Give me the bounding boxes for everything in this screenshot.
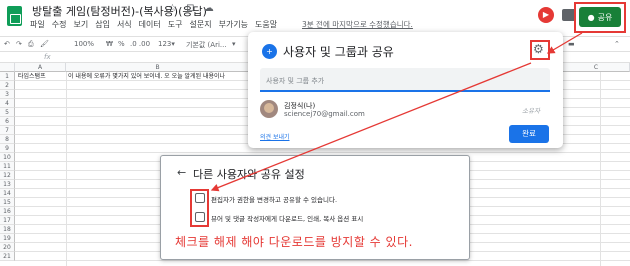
row-header[interactable]: 21 — [0, 252, 15, 261]
decimal-buttons[interactable]: .0 .00 — [130, 40, 150, 48]
menu-help[interactable]: 도움말 — [255, 19, 277, 31]
column-header-b[interactable]: B — [66, 63, 250, 72]
menu-forms[interactable]: 설문지 — [190, 19, 212, 31]
send-feedback-link[interactable]: 의견 보내기 — [260, 132, 290, 141]
zoom-select[interactable]: 100% — [74, 40, 94, 48]
cell-a1[interactable]: 타임스탬프 — [18, 72, 66, 81]
menu-bar: 파일 수정 보기 삽입 서식 데이터 도구 설문지 부가기능 도움말 — [30, 19, 284, 31]
menu-addons[interactable]: 부가기능 — [219, 19, 248, 31]
row-header[interactable]: 5 — [0, 108, 15, 117]
done-button[interactable]: 완료 — [509, 125, 549, 143]
editors-can-share-label: 편집자가 권한을 변경하고 공유할 수 있습니다. — [211, 196, 338, 204]
row-header[interactable]: 1 — [0, 72, 15, 81]
more-tools-icon[interactable]: ▬ — [568, 40, 575, 48]
viewers-download-label: 뷰어 및 댓글 작성자에게 다운로드, 인쇄, 복사 옵션 표시 — [211, 215, 364, 223]
currency-format-button[interactable]: ₩ — [106, 40, 113, 48]
row-header[interactable]: 11 — [0, 162, 15, 171]
share-button-label: 공유 — [597, 12, 613, 22]
column-header-a[interactable]: A — [15, 63, 66, 72]
row-header[interactable]: 6 — [0, 117, 15, 126]
editors-can-share-checkbox[interactable] — [195, 193, 205, 203]
share-settings-dialog: ← 다른 사용자와 공유 설정 편집자가 권한을 변경하고 공유할 수 있습니다… — [160, 155, 470, 260]
menu-tools[interactable]: 도구 — [168, 19, 183, 31]
lock-person-icon: ● — [587, 12, 595, 22]
paint-format-icon[interactable]: 🖌 — [40, 40, 49, 48]
row-header[interactable]: 4 — [0, 99, 15, 108]
row-header[interactable]: 16 — [0, 207, 15, 216]
print-icon[interactable]: ⎙ — [28, 40, 34, 49]
add-people-input[interactable]: 사용자 및 그룹 추가 — [260, 68, 550, 92]
number-format-select[interactable]: 123▾ — [158, 40, 175, 48]
column-header-c[interactable]: C — [563, 63, 630, 72]
menu-file[interactable]: 파일 — [30, 19, 45, 31]
collapse-toolbar-icon[interactable]: ⌃ — [614, 40, 620, 48]
row-header[interactable]: 13 — [0, 180, 15, 189]
star-move-cloud-icons[interactable]: ☆ ⊡ ☁ — [168, 3, 217, 14]
share-button[interactable]: ● 공유 — [579, 7, 621, 27]
cell-b1[interactable]: 이 내용에 오류가 몇가지 있어 보이네. 오 오늘 알게된 내용이나 — [68, 72, 248, 81]
avatar — [260, 100, 278, 118]
menu-format[interactable]: 서식 — [117, 19, 132, 31]
sheets-logo[interactable] — [7, 6, 22, 26]
owner-email: sciencej70@gmail.com — [284, 110, 365, 118]
redo-icon[interactable]: ↷ — [16, 40, 22, 48]
menu-edit[interactable]: 수정 — [52, 19, 67, 31]
percent-format-button[interactable]: % — [118, 40, 125, 48]
font-select[interactable]: 기본값 (Ari... — [186, 40, 227, 50]
last-edit-link[interactable]: 3분 전에 마지막으로 수정했습니다. — [302, 19, 413, 30]
menu-view[interactable]: 보기 — [73, 19, 88, 31]
share-dialog: + 사용자 및 그룹과 공유 ⚙ 사용자 및 그룹 추가 김정식(나) scie… — [248, 32, 563, 148]
gear-icon[interactable]: ⚙ — [533, 42, 544, 56]
owner-role: 소유자 — [522, 107, 540, 115]
row-header[interactable]: 3 — [0, 90, 15, 99]
settings-dialog-title: 다른 사용자와 공유 설정 — [193, 168, 305, 181]
instruction-note: 체크를 해제 해야 다운로드를 방지할 수 있다. — [175, 235, 413, 249]
row-header[interactable]: 14 — [0, 189, 15, 198]
share-dialog-title: 사용자 및 그룹과 공유 — [283, 45, 394, 59]
fx-icon: fx — [44, 53, 51, 61]
font-select-arrow-icon[interactable]: ▾ — [232, 40, 236, 48]
menu-insert[interactable]: 삽입 — [95, 19, 110, 31]
select-all-corner[interactable] — [0, 63, 15, 72]
youtube-extension-icon[interactable]: ▶ — [538, 7, 554, 23]
row-header[interactable]: 17 — [0, 216, 15, 225]
row-header[interactable]: 18 — [0, 225, 15, 234]
menu-data[interactable]: 데이터 — [139, 19, 161, 31]
row-header[interactable]: 10 — [0, 153, 15, 162]
row-header[interactable]: 20 — [0, 243, 15, 252]
row-header[interactable]: 9 — [0, 144, 15, 153]
row-header[interactable]: 7 — [0, 126, 15, 135]
row-header[interactable]: 2 — [0, 81, 15, 90]
row-header[interactable]: 8 — [0, 135, 15, 144]
row-header[interactable]: 12 — [0, 171, 15, 180]
person-add-icon: + — [262, 44, 277, 59]
viewers-download-checkbox[interactable] — [195, 212, 205, 222]
row-header[interactable]: 15 — [0, 198, 15, 207]
undo-icon[interactable]: ↶ — [4, 40, 10, 48]
back-arrow-icon[interactable]: ← — [177, 166, 186, 180]
row-header[interactable]: 19 — [0, 234, 15, 243]
